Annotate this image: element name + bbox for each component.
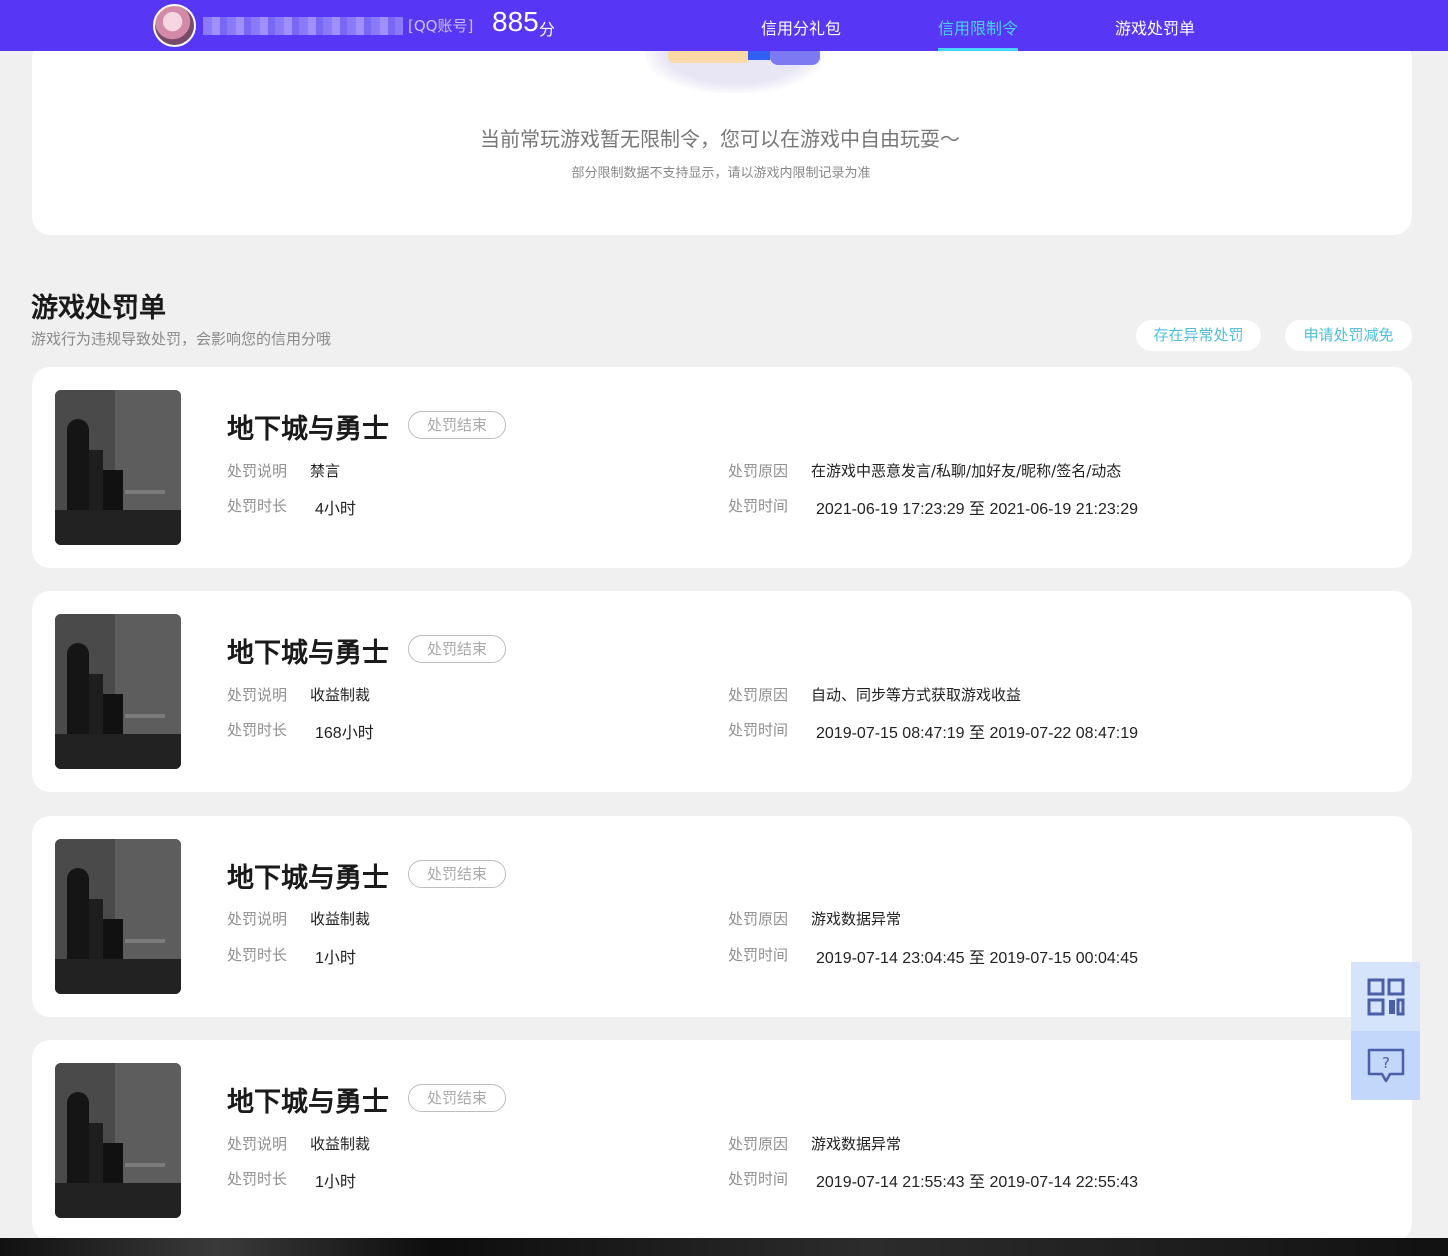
penalty-duration-label: 处罚时长 <box>227 1170 288 1188</box>
status-badge: 处罚结束 <box>408 1084 506 1112</box>
penalty-section-subtitle: 游戏行为违规导致处罚，会影响您的信用分哦 <box>31 330 332 348</box>
penalty-time-value: 2019-07-15 08:47:19 至 2019-07-22 08:47:1… <box>816 725 1139 742</box>
qrcode-icon <box>1367 978 1404 1015</box>
report-abnormal-penalty-button[interactable]: 存在异常处罚 <box>1136 320 1261 351</box>
penalty-desc-label: 处罚说明 <box>227 910 288 928</box>
game-thumbnail <box>55 390 181 545</box>
penalty-card[interactable]: 地下城与勇士 处罚结束 处罚说明 收益制裁 处罚时长 1小时 处罚原因 游戏数据… <box>32 816 1412 1017</box>
apply-penalty-reduction-button[interactable]: 申请处罚减免 <box>1285 320 1412 351</box>
penalty-time-value: 2019-07-14 21:55:43 至 2019-07-14 22:55:4… <box>816 1174 1139 1191</box>
penalty-time-value: 2019-07-14 23:04:45 至 2019-07-15 00:04:4… <box>816 950 1139 967</box>
illustration-part <box>748 51 770 60</box>
penalty-time-label: 处罚时间 <box>728 1170 789 1188</box>
penalty-desc-label: 处罚说明 <box>227 462 288 480</box>
game-thumbnail <box>55 1063 181 1218</box>
illustration-part <box>770 51 820 65</box>
penalty-duration-label: 处罚时长 <box>227 497 288 515</box>
penalty-duration-value: 1小时 <box>315 950 356 967</box>
status-badge: 处罚结束 <box>408 411 506 439</box>
game-name: 地下城与勇士 <box>227 414 389 445</box>
penalty-desc-label: 处罚说明 <box>227 1135 288 1153</box>
floating-side-panel: ? <box>1351 962 1420 1100</box>
penalty-duration-label: 处罚时长 <box>227 721 288 739</box>
game-thumbnail <box>55 839 181 994</box>
penalty-section-title: 游戏处罚单 <box>31 293 166 324</box>
credit-score: 885 <box>492 6 539 37</box>
penalty-duration-value: 1小时 <box>315 1174 356 1191</box>
nav-credit-restriction[interactable]: 信用限制令 <box>938 15 1019 51</box>
penalty-reason-label: 处罚原因 <box>728 1135 789 1153</box>
restriction-empty-subtitle: 部分限制数据不支持显示，请以游戏内限制记录为准 <box>571 166 871 181</box>
top-bar: [QQ账号] 885 分 信用分礼包 信用限制令 游戏处罚单 <box>0 0 1448 51</box>
penalty-duration-label: 处罚时长 <box>227 946 288 964</box>
penalty-reason-label: 处罚原因 <box>728 462 789 480</box>
penalty-desc-value: 收益制裁 <box>310 1135 371 1153</box>
account-type-tag: [QQ账号] <box>408 17 474 35</box>
penalty-reason-value: 游戏数据异常 <box>811 1135 902 1153</box>
penalty-time-value: 2021-06-19 17:23:29 至 2021-06-19 21:23:2… <box>816 501 1139 518</box>
penalty-desc-value: 禁言 <box>310 462 341 480</box>
penalty-duration-value: 4小时 <box>315 501 356 518</box>
illustration-part <box>668 51 750 63</box>
penalty-reason-value: 在游戏中恶意发言/私聊/加好友/昵称/签名/动态 <box>811 462 1122 480</box>
nav-game-penalty[interactable]: 游戏处罚单 <box>1115 15 1195 51</box>
penalty-desc-label: 处罚说明 <box>227 686 288 704</box>
penalty-reason-label: 处罚原因 <box>728 910 789 928</box>
penalty-duration-value: 168小时 <box>315 725 374 742</box>
penalty-reason-label: 处罚原因 <box>728 686 789 704</box>
penalty-card[interactable]: 地下城与勇士 处罚结束 处罚说明 收益制裁 处罚时长 1小时 处罚原因 游戏数据… <box>32 1040 1412 1241</box>
game-name: 地下城与勇士 <box>227 638 389 669</box>
game-name: 地下城与勇士 <box>227 1087 389 1118</box>
penalty-card[interactable]: 地下城与勇士 处罚结束 处罚说明 禁言 处罚时长 4小时 处罚原因 在游戏中恶意… <box>32 367 1412 568</box>
user-avatar[interactable] <box>153 4 196 47</box>
game-name: 地下城与勇士 <box>227 863 389 894</box>
restriction-empty-title: 当前常玩游戏暂无限制令，您可以在游戏中自由玩耍～ <box>480 127 960 151</box>
penalty-reason-value: 游戏数据异常 <box>811 910 902 928</box>
penalty-reason-value: 自动、同步等方式获取游戏收益 <box>811 686 1022 704</box>
account-number-masked <box>203 17 403 35</box>
game-thumbnail <box>55 614 181 769</box>
qrcode-button[interactable] <box>1351 962 1420 1031</box>
penalty-time-label: 处罚时间 <box>728 721 789 739</box>
help-button[interactable]: ? <box>1351 1031 1420 1100</box>
svg-text:?: ? <box>1382 1054 1390 1072</box>
status-badge: 处罚结束 <box>408 860 506 888</box>
help-icon: ? <box>1367 1048 1404 1082</box>
nav-credit-gift[interactable]: 信用分礼包 <box>761 15 841 51</box>
penalty-desc-value: 收益制裁 <box>310 910 371 928</box>
credit-score-unit: 分 <box>539 20 556 39</box>
penalty-time-label: 处罚时间 <box>728 497 789 515</box>
status-badge: 处罚结束 <box>408 635 506 663</box>
penalty-card[interactable]: 地下城与勇士 处罚结束 处罚说明 收益制裁 处罚时长 168小时 处罚原因 自动… <box>32 591 1412 792</box>
penalty-desc-value: 收益制裁 <box>310 686 371 704</box>
penalty-time-label: 处罚时间 <box>728 946 789 964</box>
bottom-background-strip <box>0 1238 1448 1256</box>
